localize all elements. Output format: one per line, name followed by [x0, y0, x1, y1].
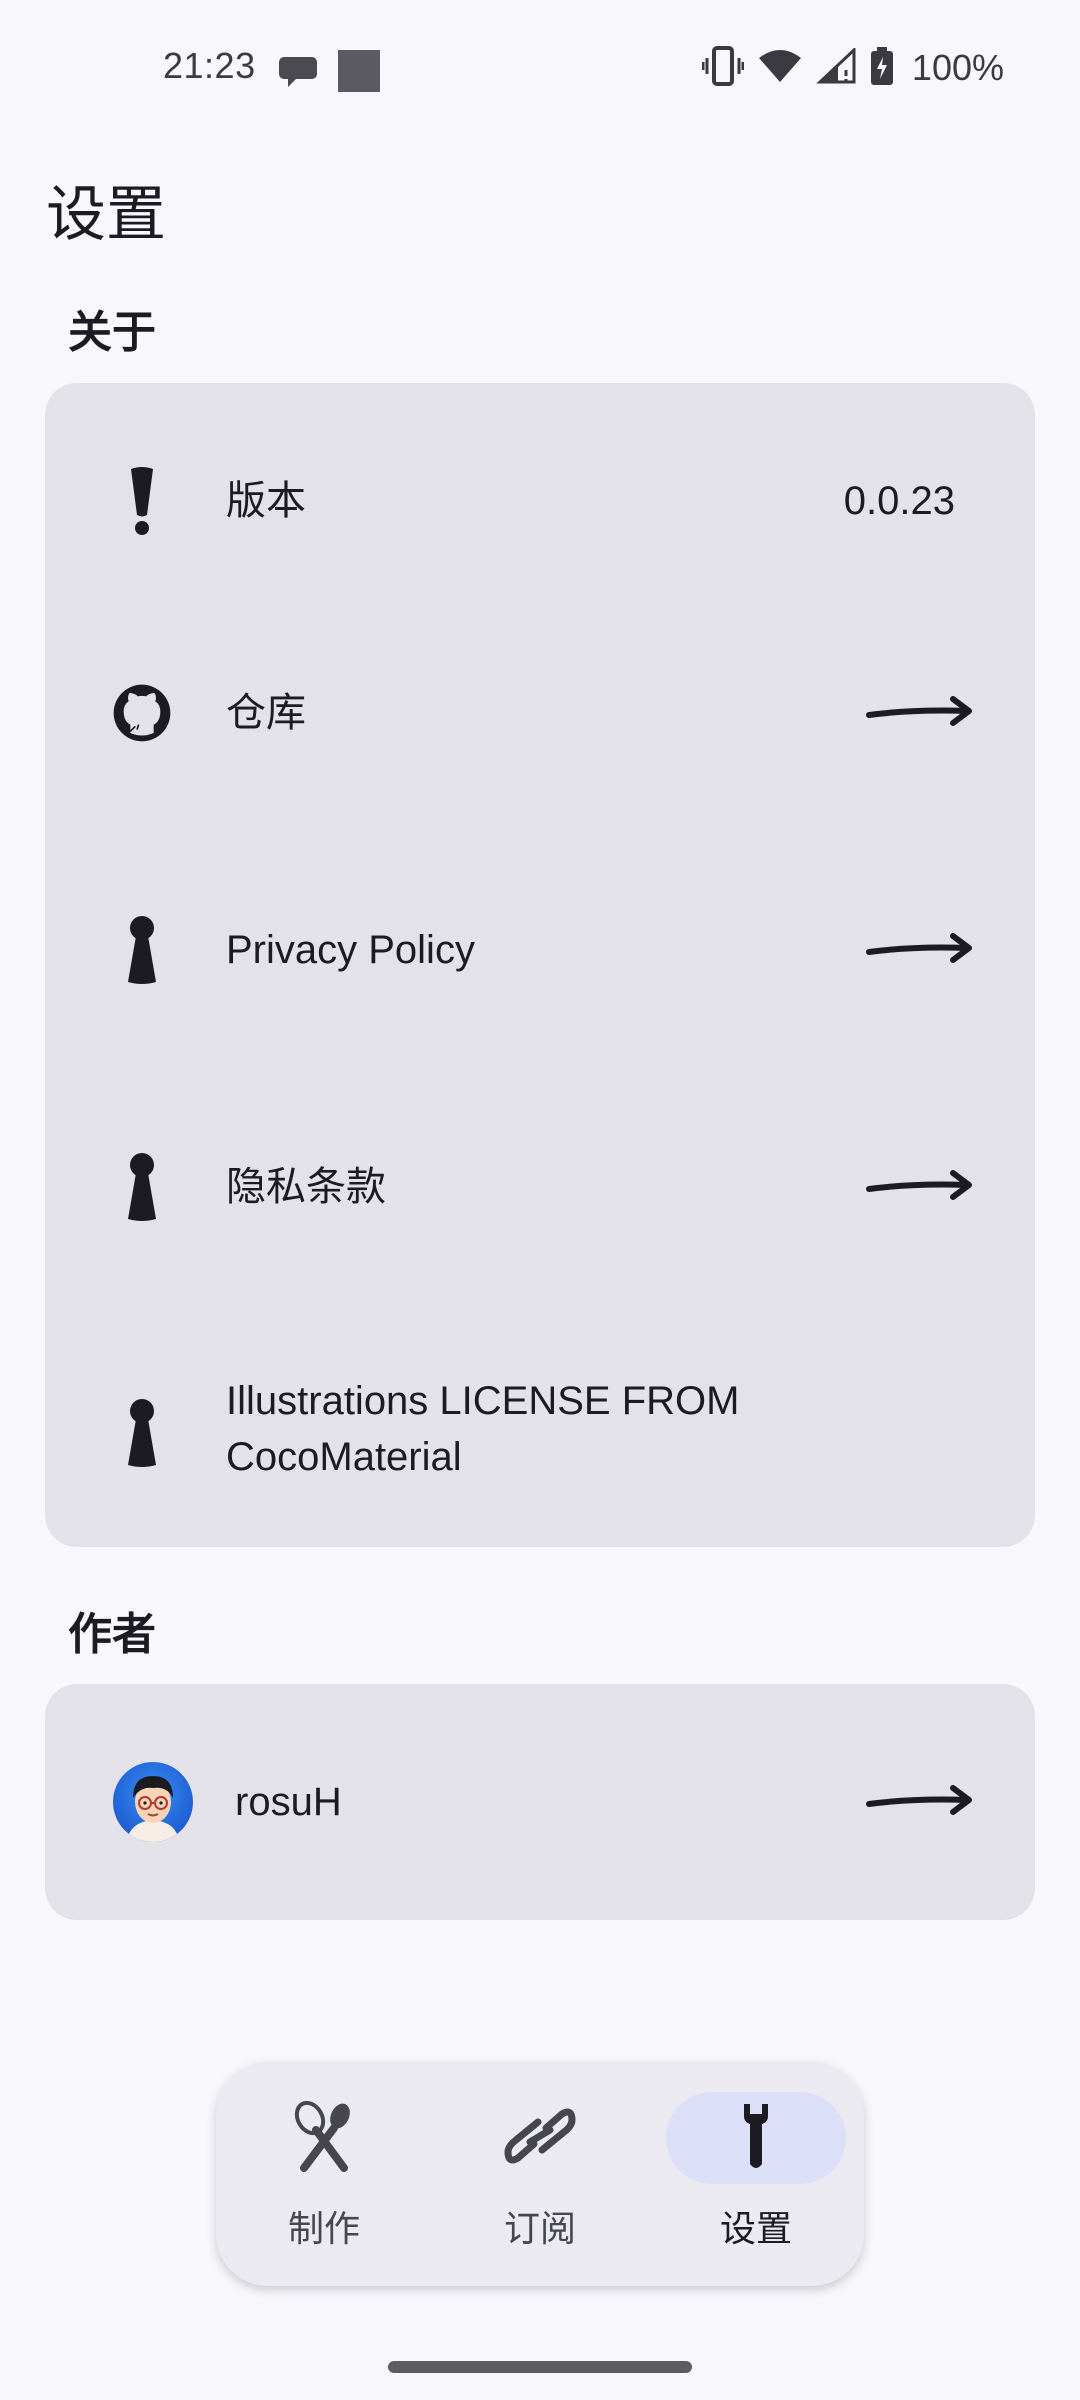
about-card: 版本 0.0.23 仓库 Privacy Policy 隐私条款 Illustr…: [45, 383, 1035, 1547]
bottom-navigation: 制作 订阅 设置: [216, 2062, 864, 2286]
privacy-policy-row[interactable]: Privacy Policy: [45, 880, 1035, 1020]
vibrate-icon: [701, 46, 745, 90]
keyhole-icon: [112, 1147, 172, 1227]
keyhole-icon: [112, 910, 172, 990]
arrow-right-icon: [866, 1785, 972, 1815]
privacy-terms-label: 隐私条款: [226, 1164, 386, 1210]
wrench-icon: [736, 2100, 776, 2176]
arrow-right-icon: [866, 933, 972, 963]
privacy-terms-row[interactable]: 隐私条款: [45, 1117, 1035, 1257]
illustrations-license-label: Illustrations LICENSE FROM CocoMaterial: [226, 1379, 740, 1479]
home-indicator[interactable]: [388, 2361, 692, 2373]
avatar: [113, 1762, 193, 1842]
battery-percentage: 100%: [911, 47, 1004, 88]
section-title-about: 关于: [68, 307, 156, 358]
arrow-right-icon: [866, 696, 972, 726]
github-icon: [112, 673, 172, 753]
version-row[interactable]: 版本 0.0.23: [45, 431, 1035, 571]
author-row[interactable]: rosuH: [45, 1732, 1035, 1872]
nav-item-subscribe[interactable]: 订阅: [450, 2092, 630, 2262]
nav-label-make: 制作: [287, 2209, 360, 2250]
whisk-icon: [292, 2100, 356, 2176]
status-bar: 21:23 100%: [0, 0, 1080, 140]
page-title: 设置: [46, 180, 166, 250]
repository-label: 仓库: [226, 690, 306, 736]
exclamation-icon: [112, 461, 172, 541]
version-label: 版本: [226, 478, 306, 524]
nav-label-subscribe: 订阅: [503, 2209, 576, 2250]
illustrations-license-row[interactable]: Illustrations LICENSE FROM CocoMaterial: [45, 1359, 1035, 1509]
repository-row[interactable]: 仓库: [45, 643, 1035, 783]
privacy-policy-label: Privacy Policy: [226, 928, 475, 972]
status-time: 21:23: [163, 45, 256, 86]
section-title-author: 作者: [68, 1609, 156, 1660]
arrow-right-icon: [866, 1170, 972, 1200]
keyhole-icon: [112, 1393, 172, 1473]
battery-icon: [870, 47, 894, 89]
chat-icon: [278, 53, 318, 93]
wifi-icon: [758, 48, 802, 88]
nav-label-settings: 设置: [719, 2209, 792, 2250]
author-name: rosuH: [235, 1780, 342, 1824]
author-card: rosuH: [45, 1684, 1035, 1920]
nav-item-settings[interactable]: 设置: [666, 2092, 846, 2262]
square-icon: [338, 50, 380, 96]
nav-item-make[interactable]: 制作: [234, 2092, 414, 2262]
signal-icon: [816, 46, 856, 88]
link-icon: [504, 2104, 576, 2172]
version-value: 0.0.23: [843, 479, 955, 523]
